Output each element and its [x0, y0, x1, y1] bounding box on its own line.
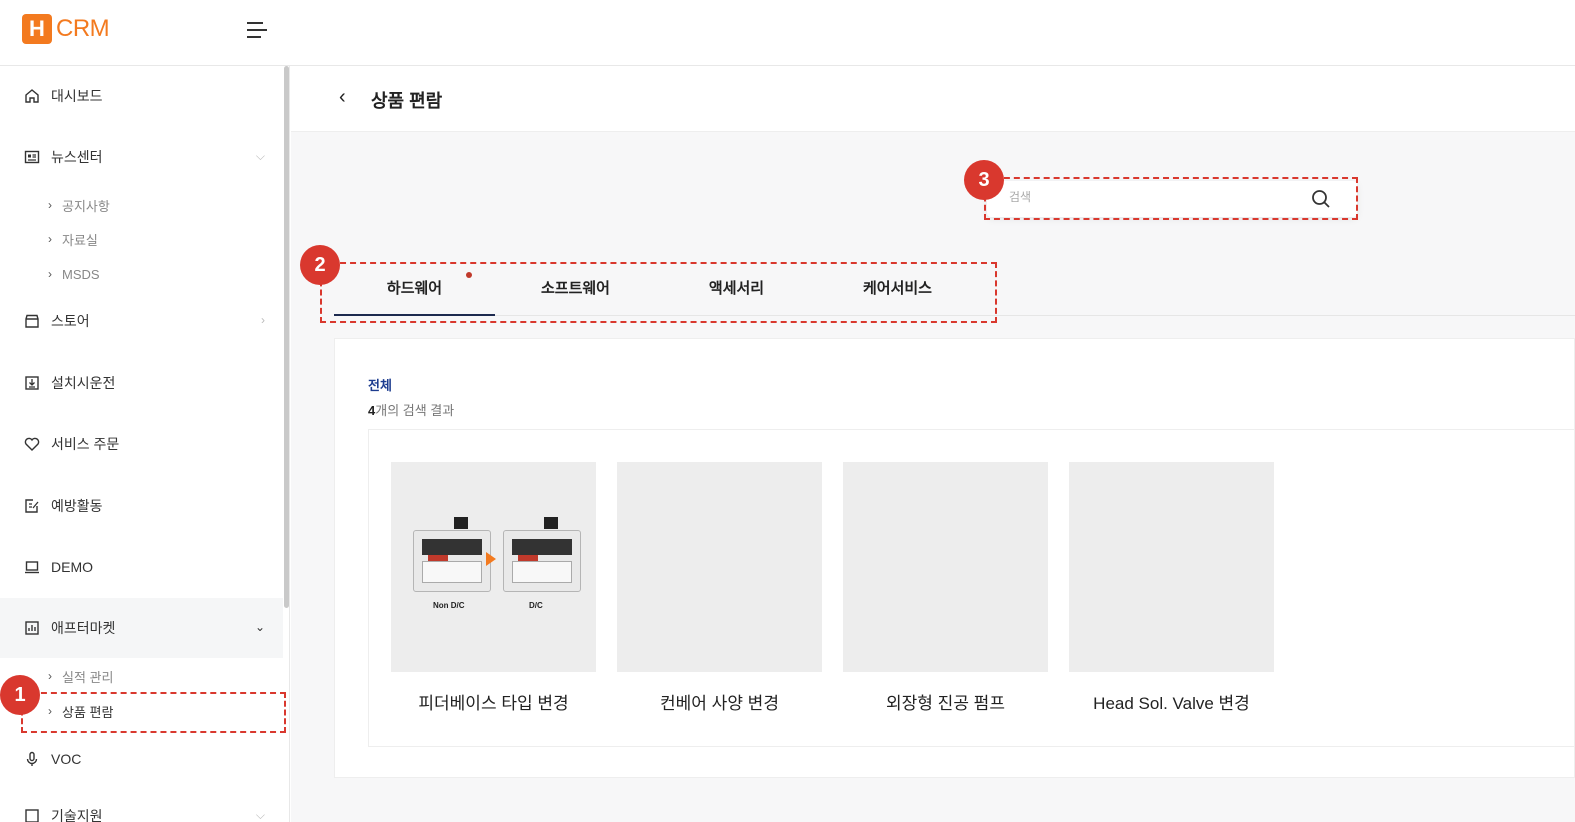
- product-name: 컨베어 사양 변경: [660, 694, 779, 713]
- sidebar-item-store[interactable]: 스토어 ›: [0, 301, 283, 341]
- menu-toggle-icon[interactable]: [247, 20, 269, 40]
- sidebar-subitem-notice[interactable]: › 공지사항: [48, 194, 110, 216]
- image-label: Non D/C: [433, 601, 465, 610]
- edit-note-icon: [23, 497, 41, 515]
- product-image: Non D/C D/C: [391, 462, 596, 672]
- annotation-badge-1: 1: [0, 675, 40, 715]
- chevron-right-icon: ›: [48, 198, 52, 212]
- home-icon: [23, 87, 41, 105]
- install-icon: [23, 374, 41, 392]
- chart-icon: [23, 619, 41, 637]
- annotation-box-2: [320, 262, 997, 323]
- main-content: ‹ 상품 편람 하드웨어 소프트웨어 액세서리 케어서비스 전체 4개의 검색 …: [291, 66, 1575, 822]
- document-icon: [23, 807, 41, 822]
- product-card[interactable]: 컨베어 사양 변경: [617, 462, 822, 714]
- sidebar-subitem-label: 실적 관리: [62, 669, 114, 685]
- annotation-badge-3: 3: [964, 160, 1004, 200]
- product-image-placeholder: [1069, 462, 1274, 672]
- results-card: 전체 4개의 검색 결과 Non D/C D/C 피더베이스 타입 변경 컨베어…: [334, 338, 1575, 778]
- sidebar-item-tech-support[interactable]: 기술지원 ⌵: [0, 796, 283, 822]
- result-count: 4개의 검색 결과: [368, 400, 454, 419]
- product-grid: Non D/C D/C 피더베이스 타입 변경 컨베어 사양 변경 외장형 진공…: [368, 429, 1575, 747]
- sidebar-item-label: 뉴스센터: [51, 149, 103, 165]
- product-image-placeholder: [617, 462, 822, 672]
- sidebar-subitem-label: 자료실: [62, 232, 98, 248]
- sidebar-item-label: 대시보드: [51, 88, 103, 104]
- sidebar-item-label: 기술지원: [51, 808, 103, 822]
- sidebar-subitem-performance[interactable]: › 실적 관리: [48, 665, 113, 687]
- sidebar-subitem-label: 공지사항: [62, 198, 110, 214]
- sidebar-subitem-library[interactable]: › 자료실: [48, 228, 98, 250]
- product-image-placeholder: [843, 462, 1048, 672]
- chevron-right-icon: ›: [48, 267, 52, 281]
- product-card[interactable]: Head Sol. Valve 변경: [1069, 462, 1274, 714]
- page-header: ‹ 상품 편람: [291, 66, 1575, 132]
- sidebar-item-label: 애프터마켓: [51, 620, 116, 636]
- chevron-right-icon: ›: [48, 232, 52, 246]
- sidebar-item-news-center[interactable]: 뉴스센터 ⌵: [0, 137, 283, 177]
- chevron-right-icon: ›: [48, 669, 52, 683]
- image-label: D/C: [529, 601, 543, 610]
- sidebar-item-voc[interactable]: VOC: [0, 739, 283, 779]
- sidebar-item-label: 예방활동: [51, 498, 103, 514]
- sidebar-item-preventive[interactable]: 예방활동: [0, 486, 283, 526]
- chevron-down-icon: ⌄: [254, 620, 265, 634]
- microphone-icon: [23, 750, 41, 768]
- annotation-box-3: [984, 177, 1358, 220]
- sidebar-item-label: 스토어: [51, 313, 90, 329]
- sidebar-item-label: VOC: [51, 751, 82, 767]
- back-arrow-icon[interactable]: ‹: [339, 86, 346, 109]
- chevron-down-icon: ⌵: [255, 149, 265, 163]
- product-card[interactable]: 외장형 진공 펌프: [843, 462, 1048, 714]
- sidebar-item-dashboard[interactable]: 대시보드: [0, 76, 283, 116]
- machine-illustration: [503, 517, 581, 592]
- sidebar-item-aftermarket[interactable]: 애프터마켓 ⌄: [0, 598, 283, 658]
- page-title: 상품 편람: [371, 91, 443, 111]
- annotation-box-1: [21, 692, 286, 733]
- sidebar-item-label: 설치시운전: [51, 375, 116, 391]
- sidebar-scrollbar[interactable]: [284, 66, 289, 608]
- sidebar-subitem-msds[interactable]: › MSDS: [48, 263, 100, 285]
- sidebar-item-installation[interactable]: 설치시운전: [0, 363, 283, 403]
- sidebar-subitem-label: MSDS: [62, 266, 100, 282]
- product-card[interactable]: Non D/C D/C 피더베이스 타입 변경: [391, 462, 596, 714]
- result-count-suffix: 개의 검색 결과: [375, 403, 455, 418]
- top-bar: H CRM: [0, 0, 1575, 66]
- laptop-icon: [23, 558, 41, 576]
- app-logo[interactable]: H CRM: [22, 14, 110, 44]
- arrow-right-icon: [486, 552, 496, 566]
- product-name: 피더베이스 타입 변경: [418, 694, 569, 713]
- logo-mark: H: [22, 14, 52, 44]
- machine-illustration: [413, 517, 491, 592]
- logo-text: CRM: [56, 15, 110, 42]
- store-icon: [23, 312, 41, 330]
- category-heading: 전체: [368, 378, 392, 393]
- chevron-right-icon: ›: [261, 313, 265, 327]
- heart-icon: [23, 435, 41, 453]
- sidebar-item-demo[interactable]: DEMO: [0, 547, 283, 587]
- chevron-down-icon: ⌵: [255, 808, 265, 822]
- sidebar-item-label: 서비스 주문: [51, 436, 120, 452]
- sidebar-item-service-order[interactable]: 서비스 주문: [0, 424, 283, 464]
- product-name: Head Sol. Valve 변경: [1093, 694, 1250, 713]
- sidebar-item-label: DEMO: [51, 559, 93, 575]
- newspaper-icon: [23, 148, 41, 166]
- annotation-badge-2: 2: [300, 245, 340, 285]
- product-name: 외장형 진공 펌프: [886, 694, 1005, 713]
